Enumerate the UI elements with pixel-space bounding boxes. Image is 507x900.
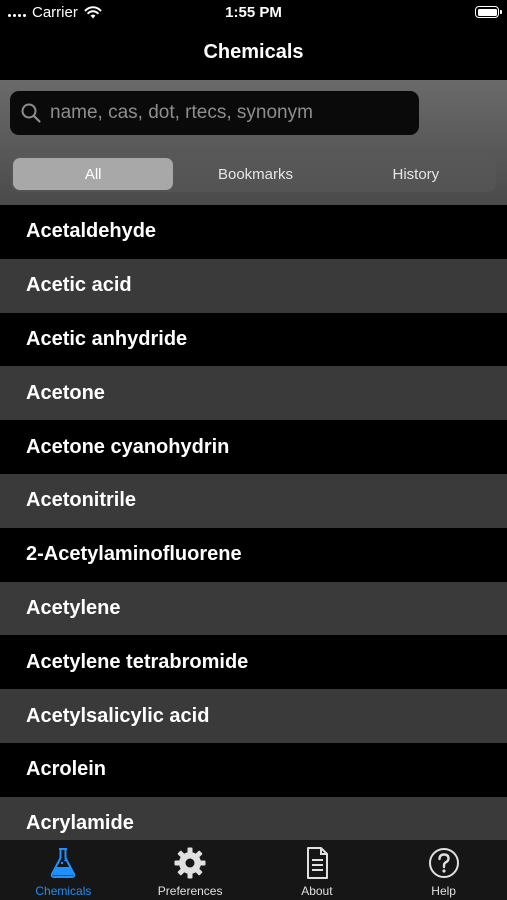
battery-icon: [475, 6, 502, 18]
navigation-bar: Chemicals: [0, 26, 507, 78]
tab-about[interactable]: About: [254, 840, 381, 900]
list-item[interactable]: Acetic acid: [0, 258, 507, 313]
tab-chemicals[interactable]: Chemicals: [0, 840, 127, 900]
segment-bookmarks[interactable]: Bookmarks: [175, 156, 335, 192]
segment-history-label: History: [392, 165, 440, 183]
tab-preferences-label: Preferences: [157, 884, 223, 898]
tab-bar: Chemicals Preferences About Help: [0, 840, 507, 900]
list-item[interactable]: Acetaldehyde: [0, 205, 507, 259]
list-item[interactable]: Acetone cyanohydrin: [0, 420, 507, 474]
document-icon: [306, 847, 328, 879]
page-title: Chemicals: [203, 40, 304, 63]
status-time: 1:55 PM: [225, 4, 282, 21]
tab-help-label: Help: [431, 884, 456, 898]
app-screen: Carrier 1:55 PM Chemicals All: [0, 0, 507, 900]
chemical-list: Acetaldehyde Acetic acid Acetic anhydrid…: [0, 205, 507, 851]
tab-chemicals-label: Chemicals: [35, 884, 92, 898]
list-item[interactable]: Acetylene: [0, 581, 507, 636]
list-item[interactable]: Acetylene tetrabromide: [0, 635, 507, 690]
question-icon: [428, 848, 459, 878]
search-field[interactable]: [10, 91, 419, 135]
search-section: All Bookmarks History: [0, 80, 507, 205]
tab-about-label: About: [301, 884, 333, 898]
search-input[interactable]: [48, 101, 419, 125]
tab-preferences[interactable]: Preferences: [127, 840, 254, 900]
segment-all[interactable]: All: [13, 158, 174, 190]
list-item[interactable]: 2-Acetylaminofluorene: [0, 527, 507, 582]
list-item[interactable]: Acetylsalicylic acid: [0, 689, 507, 743]
list-item[interactable]: Acetonitrile: [0, 473, 507, 528]
flask-icon: [51, 848, 76, 878]
gear-icon: [174, 847, 206, 879]
status-bar: Carrier 1:55 PM: [0, 0, 507, 26]
segment-all-label: All: [84, 165, 102, 183]
tab-help[interactable]: Help: [380, 840, 507, 900]
list-item[interactable]: Acetone: [0, 366, 507, 421]
segment-history[interactable]: History: [336, 156, 496, 192]
segment-bookmarks-label: Bookmarks: [217, 165, 293, 183]
list-item[interactable]: Acrolein: [0, 742, 507, 797]
filter-segmented-control: All Bookmarks History: [11, 156, 496, 192]
search-icon: [21, 103, 41, 123]
list-item[interactable]: Acetic anhydride: [0, 312, 507, 367]
